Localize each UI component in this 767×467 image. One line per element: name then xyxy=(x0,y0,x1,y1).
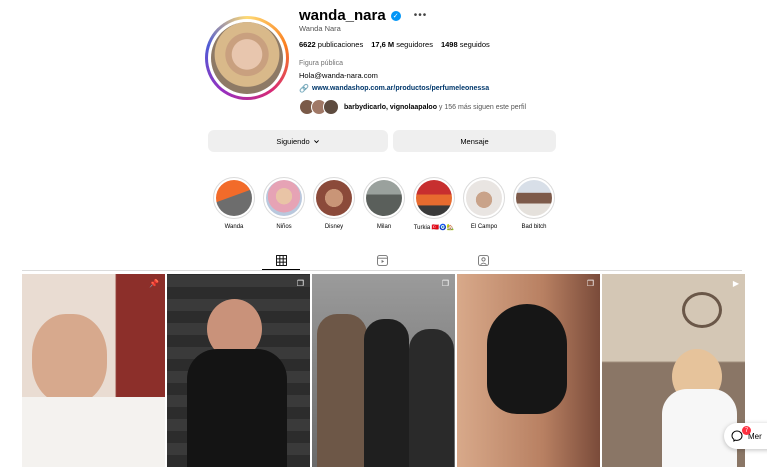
message-button[interactable]: Mensaje xyxy=(393,130,556,152)
highlight-el-campo[interactable]: El Campo xyxy=(463,177,505,231)
reels-tab[interactable] xyxy=(375,253,389,267)
profile-category: Figura pública xyxy=(299,60,343,67)
highlight-label: El Campo xyxy=(470,224,498,230)
highlight-wanda[interactable]: Wanda xyxy=(213,177,255,231)
reels-icon xyxy=(376,254,388,266)
post-thumbnail[interactable]: ❐ xyxy=(312,274,455,467)
full-name: Wanda Nara xyxy=(299,24,341,33)
highlight-cover xyxy=(516,180,552,216)
notification-badge: 7 xyxy=(742,426,751,435)
highlight-cover xyxy=(466,180,502,216)
tabs-divider xyxy=(22,270,742,271)
follower-avatar xyxy=(323,99,339,115)
highlight-bad-bitch[interactable]: Bad bitch xyxy=(513,177,555,231)
avatar-image xyxy=(211,22,283,94)
highlight-label: Niños xyxy=(276,224,292,230)
profile-link-text[interactable]: www.wandashop.com.ar/productos/perfumele… xyxy=(312,85,489,92)
posts-grid-tab[interactable] xyxy=(274,253,288,267)
grid-icon xyxy=(275,254,287,266)
carousel-icon: ❐ xyxy=(586,279,594,288)
link-icon: 🔗 xyxy=(299,84,309,93)
post-thumbnail[interactable]: ❐ xyxy=(457,274,600,467)
story-highlights: Wanda Niños Disney Milan Turkia 🇹🇷🧿🏡 El … xyxy=(213,177,555,231)
highlight-label: Disney xyxy=(324,224,344,230)
profile-email: Hola@wanda-nara.com xyxy=(299,71,378,80)
pinned-icon: 📌 xyxy=(149,279,159,288)
highlight-disney[interactable]: Disney xyxy=(313,177,355,231)
tagged-icon xyxy=(477,254,489,266)
messenger-icon xyxy=(731,430,743,442)
highlight-turkia[interactable]: Turkia 🇹🇷🧿🏡 xyxy=(413,177,455,231)
highlight-label: Wanda xyxy=(224,224,244,230)
followed-by-text: barbydicarlo, vignolaapaloo y 156 más si… xyxy=(344,103,527,111)
followed-by[interactable]: barbydicarlo, vignolaapaloo y 156 más si… xyxy=(299,99,526,115)
chevron-down-icon xyxy=(313,139,319,143)
highlight-label: Milan xyxy=(376,224,392,230)
highlight-cover xyxy=(216,180,252,216)
highlight-label: Bad bitch xyxy=(521,224,547,230)
active-tab-indicator xyxy=(262,269,300,270)
posts-grid: 📌 ❐ ❐ ❐ ▶ xyxy=(22,274,745,467)
profile-link[interactable]: 🔗 www.wandashop.com.ar/productos/perfume… xyxy=(299,84,489,93)
username-row: wanda_nara ✓ ••• xyxy=(299,7,427,24)
more-options-icon[interactable]: ••• xyxy=(414,10,428,21)
highlight-cover xyxy=(266,180,302,216)
post-thumbnail[interactable]: ❐ xyxy=(167,274,310,467)
posts-stat: 6622 publicaciones xyxy=(299,40,364,49)
followers-stat[interactable]: 17,6 M seguidores xyxy=(371,40,433,49)
carousel-icon: ❐ xyxy=(296,279,304,288)
tagged-tab[interactable] xyxy=(476,253,490,267)
highlight-cover xyxy=(366,180,402,216)
carousel-icon: ❐ xyxy=(441,279,449,288)
verified-badge-icon: ✓ xyxy=(390,10,401,21)
following-button[interactable]: Siguiendo xyxy=(208,130,388,152)
profile-avatar[interactable] xyxy=(205,16,289,100)
profile-stats: 6622 publicaciones 17,6 M seguidores 149… xyxy=(299,40,490,49)
post-thumbnail[interactable]: 📌 xyxy=(22,274,165,467)
following-stat[interactable]: 1498 seguidos xyxy=(441,40,490,49)
highlight-ninos[interactable]: Niños xyxy=(263,177,305,231)
highlight-cover xyxy=(416,180,452,216)
highlight-label: Turkia 🇹🇷🧿🏡 xyxy=(413,225,455,231)
reel-icon: ▶ xyxy=(732,279,739,288)
highlight-cover xyxy=(316,180,352,216)
highlight-milan[interactable]: Milan xyxy=(363,177,405,231)
username: wanda_nara xyxy=(299,7,386,24)
